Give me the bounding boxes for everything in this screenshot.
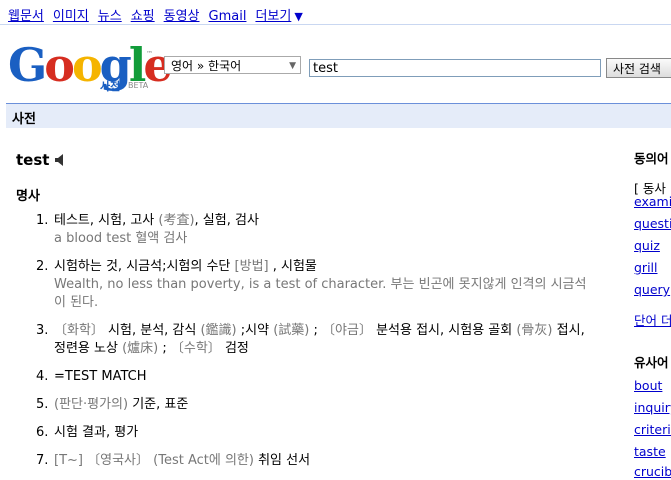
section-title: 사전 <box>12 112 36 127</box>
definition-item: 5. (판단·평가의) 기준, 표준 <box>28 396 598 414</box>
definition-text: =TEST MATCH <box>54 368 598 386</box>
definition-number: 1. <box>36 213 49 228</box>
nav-link-news[interactable]: 뉴스 <box>98 9 122 24</box>
definition-annotation: (考査) <box>158 213 195 228</box>
definition-annotation: (試藥) <box>273 323 310 338</box>
definition-segment: 분석용 접시, 시험용 골회 <box>371 323 517 338</box>
definition-annotation: (판단·평가의) <box>54 397 129 412</box>
definition-number: 5. <box>36 397 49 412</box>
definition-item: 6. 시험 결과, 평가 <box>28 424 598 442</box>
definition-annotation: [방법] <box>234 259 269 274</box>
definition-segment: ; <box>158 341 171 356</box>
definition-example: a blood test 혈액 검사 <box>54 231 188 246</box>
definition-annotation: (鑑識) <box>200 323 237 338</box>
definition-text: 테스트, 시험, 고사 (考査), 실험, 검사 <box>54 212 598 230</box>
definition-annotation: (骨灰) <box>516 323 553 338</box>
logo-subtitle: 사전 <box>100 80 121 93</box>
nav-link-gmail[interactable]: Gmail <box>209 9 247 24</box>
definition-text: (판단·평가의) 기준, 표준 <box>54 396 598 414</box>
top-nav-links: 웹문서 이미지 뉴스 쇼핑 동영상 Gmail 더보기 ▼ <box>8 5 303 24</box>
definition-segment: 시험하는 것, 시금석;시험의 수단 <box>54 259 235 274</box>
definition-number: 7. <box>36 453 49 468</box>
definition-segment: 기준, 표준 <box>128 397 189 412</box>
definition-item: 7. [T~] 〔영국사〕 (Test Act에 의한) 취임 선서 <box>28 452 598 470</box>
definition-segment: 시험 결과, 평가 <box>54 425 139 440</box>
dropdown-arrow-icon: ▼ <box>289 61 296 71</box>
chevron-down-icon[interactable]: ▼ <box>294 10 302 23</box>
definition-segment: ;시약 <box>236 323 274 338</box>
definition-number: 3. <box>36 323 49 338</box>
definition-annotation: 〔영국사〕 <box>87 453 150 468</box>
nav-link-shopping[interactable]: 쇼핑 <box>131 9 155 24</box>
synonym-link[interactable]: grill <box>634 260 658 275</box>
headword: test <box>16 151 50 169</box>
similar-word-link[interactable]: crucible <box>634 464 671 479</box>
google-dictionary-logo[interactable]: Google ™ 사전 BETA <box>8 40 173 95</box>
definition-item: 4. =TEST MATCH <box>28 368 598 386</box>
top-nav: 웹문서 이미지 뉴스 쇼핑 동영상 Gmail 더보기 ▼ <box>0 0 671 25</box>
synonym-link[interactable]: query <box>634 282 670 297</box>
language-pair-select[interactable]: 영어 » 한국어 ▼ <box>164 56 301 74</box>
dictionary-search-button[interactable]: 사전 검색 <box>606 58 671 78</box>
definition-item: 2. 시험하는 것, 시금석;시험의 수단 [방법] , 시험물 Wealth, n… <box>28 258 598 312</box>
similar-word-link[interactable]: criterion <box>634 422 671 437</box>
definition-text: 시험 결과, 평가 <box>54 424 598 442</box>
nav-link-web[interactable]: 웹문서 <box>8 9 44 24</box>
nav-link-video[interactable]: 동영상 <box>164 9 200 24</box>
definition-annotation: 〔야금〕 <box>322 323 372 338</box>
search-input[interactable] <box>309 59 601 77</box>
similar-word-link[interactable]: taste <box>634 444 666 459</box>
part-of-speech: 명사 <box>16 189 40 204</box>
definition-annotation: [T~] <box>54 453 83 468</box>
definition-text: [T~] 〔영국사〕 (Test Act에 의한) 취임 선서 <box>54 452 598 470</box>
more-words-link[interactable]: 단어 더보기 <box>634 310 671 329</box>
definition-segment: ; <box>309 323 323 338</box>
definition-annotation: (Test Act에 의한) <box>153 453 254 468</box>
definition-annotation: (爐床) <box>122 341 159 356</box>
section-header: 사전 <box>6 103 671 128</box>
definition-segment: 테스트, 시험, 고사 <box>54 213 159 228</box>
definition-segment: 취임 선서 <box>253 453 311 468</box>
similar-word-link[interactable]: bout <box>634 378 662 393</box>
definition-text: 〔화학〕 시험, 분석, 감식 (鑑識) ;시약 (試藥) ; 〔야금〕 분석용… <box>54 322 598 358</box>
speaker-icon[interactable] <box>54 153 68 167</box>
definition-text: 시험하는 것, 시금석;시험의 수단 [방법] , 시험물 <box>54 258 598 276</box>
definition-segment: 시험, 분석, 감식 <box>103 323 201 338</box>
synonym-link[interactable]: quiz <box>634 238 660 253</box>
logo-trademark: ™ <box>146 50 153 58</box>
similar-words-heading: 유사어 <box>634 355 669 370</box>
definition-annotation: 〔수학〕 <box>170 341 221 356</box>
nav-link-more[interactable]: 더보기 <box>255 9 291 24</box>
nav-link-images[interactable]: 이미지 <box>53 9 89 24</box>
definition-segment: =TEST MATCH <box>54 369 147 384</box>
language-pair-value: 영어 » 한국어 <box>171 59 242 73</box>
synonym-link[interactable]: examine <box>634 194 671 209</box>
definition-item: 1. 테스트, 시험, 고사 (考査), 실험, 검사 a blood test 혈… <box>28 212 598 248</box>
definition-number: 4. <box>36 369 49 384</box>
definition-item: 3. 〔화학〕 시험, 분석, 감식 (鑑識) ;시약 (試藥) ; 〔야금〕 분… <box>28 322 598 358</box>
definition-example: Wealth, no less than poverty, is a test … <box>54 277 587 310</box>
synonym-link[interactable]: question <box>634 216 671 231</box>
definition-number: 6. <box>36 425 49 440</box>
logo-beta: BETA <box>128 81 149 90</box>
synonyms-heading: 동의어 <box>634 151 669 166</box>
similar-word-link[interactable]: inquiry <box>634 400 671 415</box>
definition-segment: , 실험, 검사 <box>194 213 259 228</box>
definition-segment: 검정 <box>220 341 249 356</box>
definitions-list: 1. 테스트, 시험, 고사 (考査), 실험, 검사 a blood test 혈… <box>28 212 598 480</box>
definition-segment: , 시험물 <box>268 259 317 274</box>
definition-annotation: 〔화학〕 <box>54 323 104 338</box>
definition-number: 2. <box>36 259 49 274</box>
